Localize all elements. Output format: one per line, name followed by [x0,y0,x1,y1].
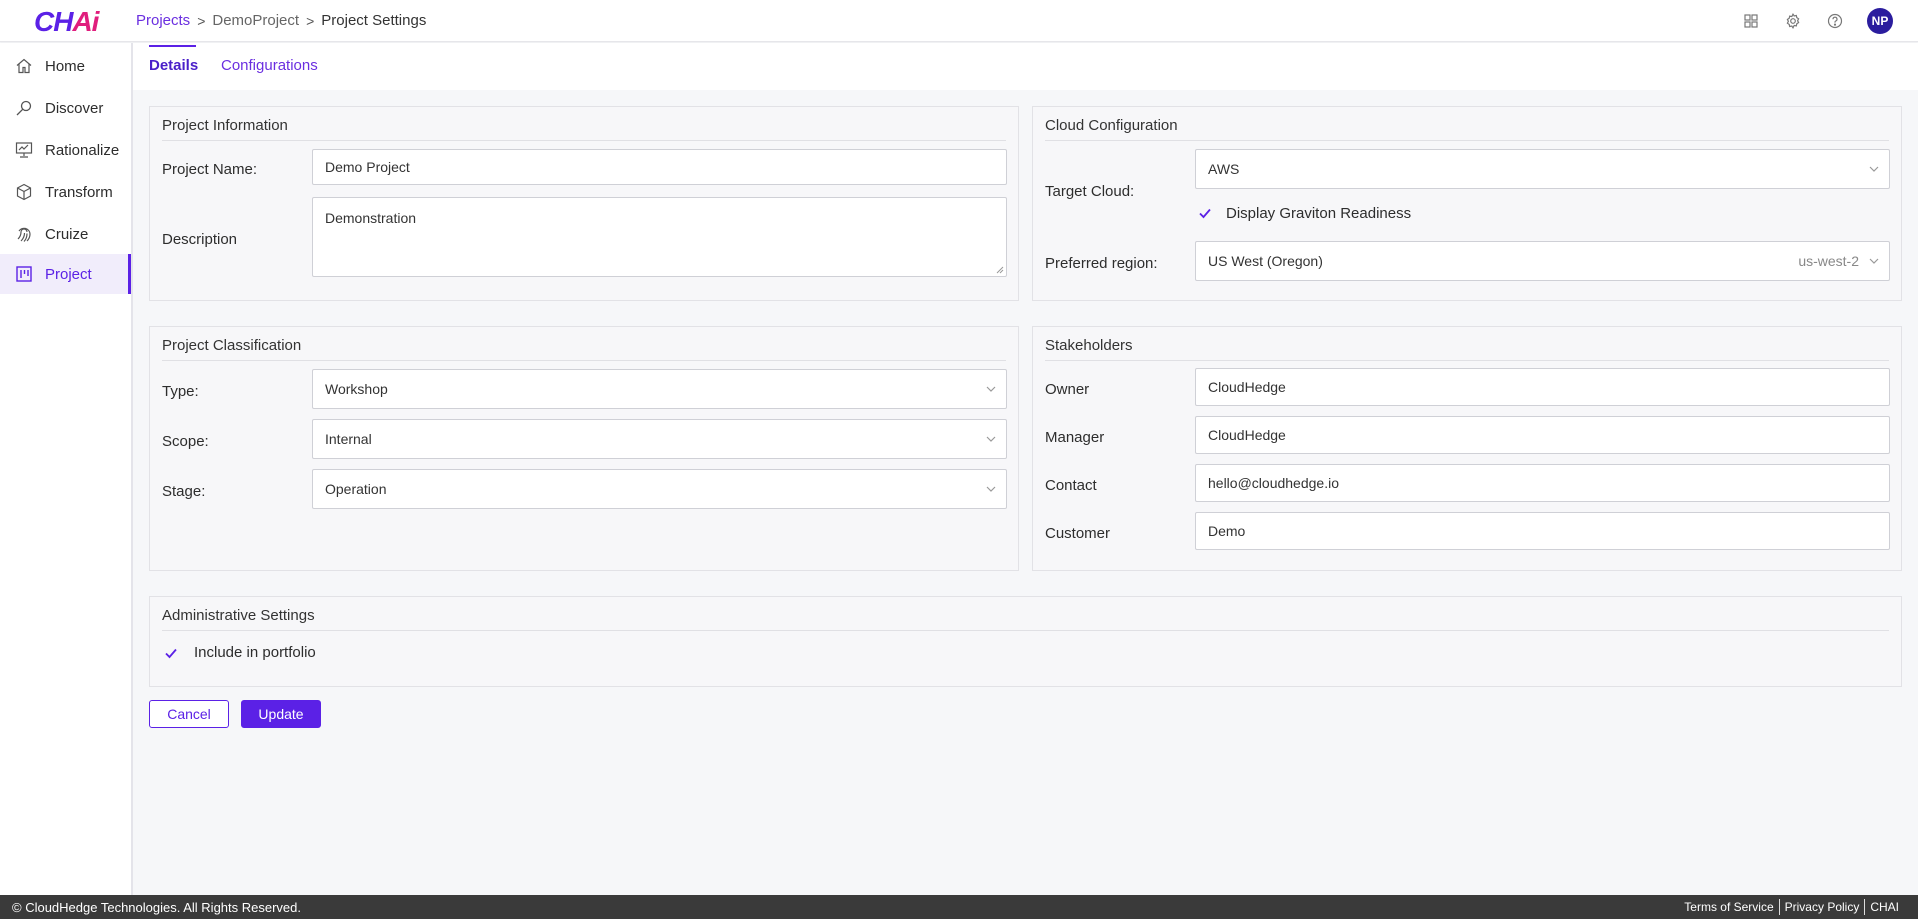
update-button[interactable]: Update [241,700,321,728]
customer-input[interactable]: Demo [1195,512,1890,550]
customer-label: Customer [1045,525,1111,542]
cube-icon [15,182,35,202]
project-name-input[interactable]: Demo Project [312,149,1007,185]
chevron-down-icon [986,386,996,392]
stakeholders-panel: Stakeholders Owner CloudHedge Manager Cl… [1032,326,1902,571]
tab-details[interactable]: Details [149,57,198,74]
graviton-label: Display Graviton Readiness [1226,205,1412,222]
sidebar-item-label: Transform [45,183,113,201]
gear-icon[interactable] [1783,11,1803,31]
sidebar-item-home[interactable]: Home [0,46,131,86]
project-name-label: Project Name: [162,161,258,178]
divider [162,630,1889,631]
contact-label: Contact [1045,477,1097,494]
fingerprint-icon [15,224,35,244]
sidebar-item-cruize[interactable]: Cruize [0,214,131,254]
contact-input[interactable]: hello@cloudhedge.io [1195,464,1890,502]
tab-configurations[interactable]: Configurations [221,57,318,74]
sidebar-item-label: Home [45,57,86,75]
breadcrumb: Projects > DemoProject > Project Setting… [136,12,426,29]
cloud-configuration-panel: Cloud Configuration Target Cloud: AWS Di… [1032,106,1902,301]
scope-label: Scope: [162,433,209,450]
region-code: us-west-2 [1798,253,1859,269]
chevron-down-icon [1869,258,1879,264]
description-label: Description [162,231,238,248]
cancel-button[interactable]: Cancel [149,700,229,728]
breadcrumb-projects[interactable]: Projects [136,12,190,29]
type-select[interactable]: Workshop [312,369,1007,409]
footer: © CloudHedge Technologies. All Rights Re… [0,895,1918,919]
home-icon [15,56,35,76]
apps-grid-icon[interactable] [1741,11,1761,31]
privacy-link[interactable]: Privacy Policy [1780,900,1865,914]
sidebar-item-label: Cruize [45,225,89,243]
panel-title: Project Classification [162,337,302,354]
top-header: CHAi Projects > DemoProject > Project Se… [0,0,1918,42]
rationalize-icon [15,140,35,160]
stage-label: Stage: [162,483,206,500]
panel-title: Project Information [162,117,288,134]
chevron-down-icon [1869,166,1879,172]
active-tab-indicator [149,45,196,47]
divider [1045,360,1889,361]
include-portfolio-checkbox[interactable] [164,647,178,659]
preferred-region-label: Preferred region: [1045,255,1158,272]
graviton-checkbox[interactable] [1198,207,1212,219]
type-label: Type: [162,383,199,400]
target-cloud-label: Target Cloud: [1045,183,1135,200]
footer-brand: CHAI [1870,900,1899,914]
owner-label: Owner [1045,381,1090,398]
panel-title: Cloud Configuration [1045,117,1178,134]
breadcrumb-separator: > [306,12,315,29]
owner-input[interactable]: CloudHedge [1195,368,1890,406]
administrative-settings-panel: Administrative Settings Include in portf… [149,596,1902,687]
sidebar-item-label: Rationalize [45,141,120,159]
chevron-down-icon [986,486,996,492]
terms-link[interactable]: Terms of Service [1679,900,1778,914]
panel-title: Administrative Settings [162,607,315,624]
sidebar-item-rationalize[interactable]: Rationalize [0,130,131,170]
manager-label: Manager [1045,429,1105,446]
scope-select[interactable]: Internal [312,419,1007,459]
manager-input[interactable]: CloudHedge [1195,416,1890,454]
kanban-icon [15,264,35,284]
discover-icon [15,98,35,118]
panel-title: Stakeholders [1045,337,1133,354]
sidebar-item-transform[interactable]: Transform [0,172,131,212]
divider [1045,140,1889,141]
breadcrumb-separator: > [197,12,206,29]
stage-select[interactable]: Operation [312,469,1007,509]
breadcrumb-current: Project Settings [321,12,427,29]
divider [162,140,1006,141]
sidebar-item-label: Project [45,265,92,283]
include-portfolio-label: Include in portfolio [194,644,316,661]
sidebar-item-project[interactable]: Project [0,254,131,294]
sidebar-item-label: Discover [45,99,104,117]
sidebar: Home Discover Rationalize Transform Crui… [0,43,133,895]
target-cloud-select[interactable]: AWS [1195,149,1890,189]
copyright-text: © CloudHedge Technologies. All Rights Re… [12,900,302,915]
preferred-region-select[interactable]: US West (Oregon) us-west-2 [1195,241,1890,281]
sidebar-item-discover[interactable]: Discover [0,88,131,128]
user-avatar[interactable]: NP [1867,8,1893,34]
help-icon[interactable] [1825,11,1845,31]
description-textarea[interactable]: Demonstration [312,197,1007,277]
project-information-panel: Project Information Project Name: Demo P… [149,106,1019,301]
chai-logo[interactable]: CHAi [34,6,99,38]
chevron-down-icon [986,436,996,442]
project-classification-panel: Project Classification Type: Workshop Sc… [149,326,1019,571]
resize-handle-icon[interactable] [996,266,1004,274]
divider [162,360,1006,361]
tab-bar: Details Configurations [133,43,1918,90]
breadcrumb-project[interactable]: DemoProject [212,12,299,29]
